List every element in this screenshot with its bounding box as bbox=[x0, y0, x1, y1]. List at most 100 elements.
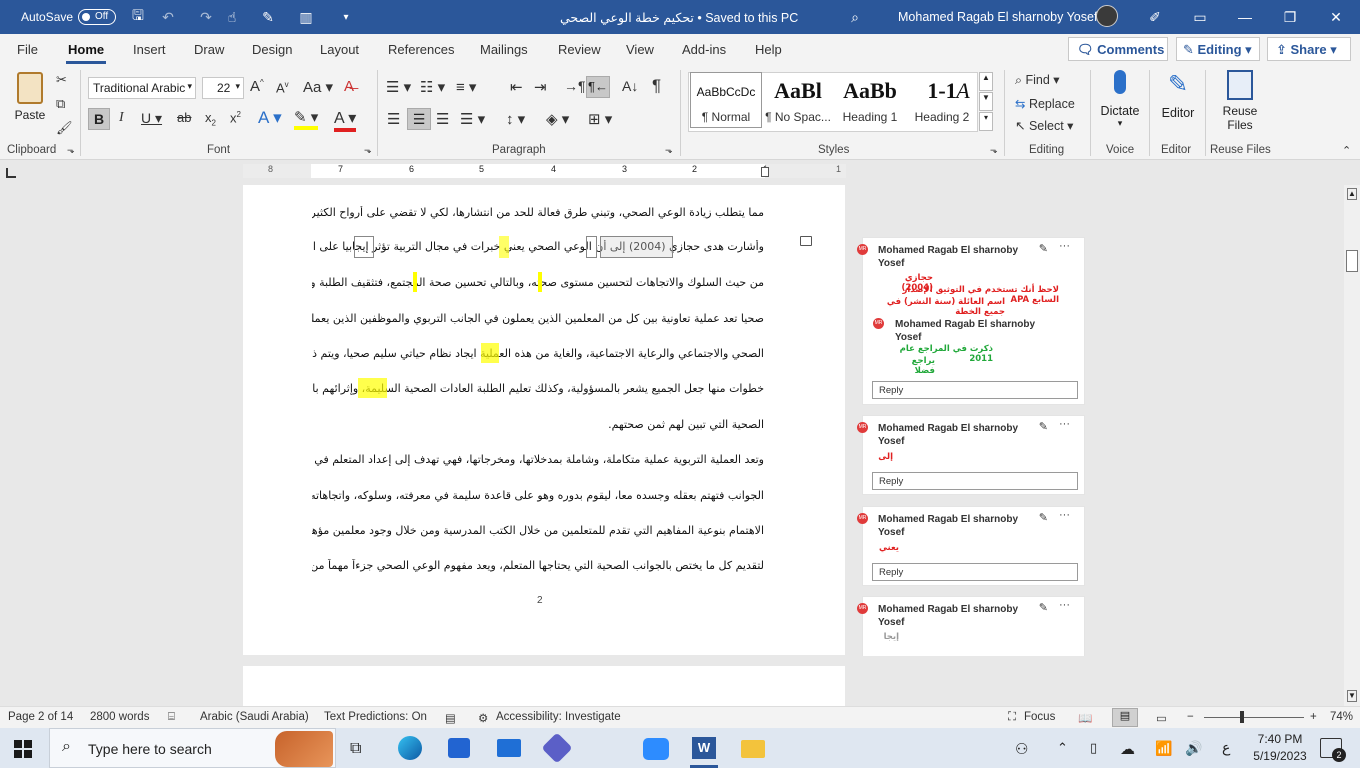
comments-button[interactable]: 🗨 Comments bbox=[1068, 37, 1168, 61]
clock-time[interactable]: 7:40 PM bbox=[1254, 732, 1306, 746]
reply-input[interactable]: Reply bbox=[872, 472, 1078, 490]
proofing-icon[interactable]: ⌸ bbox=[168, 711, 175, 724]
align-center-button[interactable]: ☰ bbox=[407, 108, 431, 130]
taskbar-search[interactable]: ⌕ Type here to search bbox=[49, 728, 336, 768]
tab-help[interactable]: Help bbox=[755, 42, 782, 57]
autosave-toggle[interactable]: Off bbox=[78, 9, 116, 25]
tab-layout[interactable]: Layout bbox=[320, 42, 359, 57]
minimize-icon[interactable]: — bbox=[1235, 7, 1255, 27]
subscript-button[interactable]: x2 bbox=[205, 110, 216, 128]
more-options-icon[interactable]: ··· bbox=[1059, 509, 1070, 521]
text-predictions[interactable]: Text Predictions: On bbox=[324, 711, 427, 723]
next-page[interactable] bbox=[243, 666, 845, 706]
align-left-icon[interactable]: ☰ bbox=[387, 110, 400, 128]
zoom-slider-thumb[interactable] bbox=[1240, 711, 1244, 723]
more-options-icon[interactable]: ··· bbox=[1059, 240, 1070, 252]
styles-expand[interactable]: ▾ bbox=[979, 112, 993, 131]
style-normal[interactable]: AaBbCcDc ¶ Normal bbox=[690, 72, 762, 128]
numbering-icon[interactable]: ☷ ▾ bbox=[420, 78, 445, 96]
change-case-icon[interactable]: Aa ▾ bbox=[303, 78, 333, 96]
ribbon-display-icon[interactable]: ▭ bbox=[1190, 7, 1210, 27]
styles-scroll-up[interactable]: ▲ bbox=[979, 72, 993, 91]
file-explorer-icon[interactable] bbox=[741, 740, 765, 758]
highlight-color-icon[interactable]: ✎ ▾ bbox=[294, 108, 319, 130]
share-button[interactable]: ⇪ Share ▾ bbox=[1267, 37, 1351, 61]
bold-button[interactable]: B bbox=[88, 108, 110, 130]
word-count[interactable]: 2800 words bbox=[90, 711, 149, 723]
zoom-level[interactable]: 74% bbox=[1330, 711, 1353, 723]
pen-icon[interactable]: ✐ bbox=[1145, 7, 1165, 27]
select-button[interactable]: ↖ Select ▾ bbox=[1015, 118, 1073, 133]
scroll-thumb[interactable] bbox=[1346, 250, 1358, 272]
underline-button[interactable]: U ▾ bbox=[141, 110, 162, 127]
italic-button[interactable]: I bbox=[119, 110, 124, 126]
customize-qat-icon[interactable]: ▾ bbox=[336, 7, 356, 27]
reuse-files-button[interactable]: Reuse Files bbox=[1212, 70, 1268, 132]
tab-draw[interactable]: Draw bbox=[194, 42, 224, 57]
focus-mode[interactable]: Focus bbox=[1024, 711, 1055, 723]
replace-button[interactable]: ⇆ Replace bbox=[1015, 96, 1075, 111]
copy-icon[interactable]: ⧉ bbox=[56, 96, 65, 112]
accessibility-status[interactable]: Accessibility: Investigate bbox=[496, 711, 621, 723]
editing-mode-button[interactable]: ✎ Editing ▾ bbox=[1176, 37, 1260, 61]
dictate-button[interactable]: Dictate ▾ bbox=[1098, 70, 1142, 129]
tab-design[interactable]: Design bbox=[252, 42, 292, 57]
tab-addins[interactable]: Add-ins bbox=[682, 42, 726, 57]
word-icon[interactable]: W bbox=[692, 737, 716, 759]
tab-mailings[interactable]: Mailings bbox=[480, 42, 528, 57]
redo-icon[interactable]: ↷ bbox=[196, 7, 216, 27]
comment-highlight-hijazi[interactable] bbox=[600, 236, 673, 258]
line-spacing-icon[interactable]: ↕ ▾ bbox=[506, 110, 525, 128]
cloud-icon[interactable]: ☁ bbox=[1120, 740, 1135, 758]
styles-launcher-icon[interactable]: ⬎ bbox=[990, 145, 998, 156]
task-view-icon[interactable]: ⧉ bbox=[350, 740, 361, 758]
input-language[interactable]: ع bbox=[1222, 740, 1230, 756]
undo-icon[interactable]: ↶ bbox=[158, 7, 178, 27]
bullets-icon[interactable]: ☰ ▾ bbox=[386, 78, 411, 96]
find-button[interactable]: ⌕ Find ▾ bbox=[1015, 72, 1060, 88]
restore-icon[interactable]: ❐ bbox=[1280, 7, 1300, 27]
clipboard-launcher-icon[interactable]: ⬎ bbox=[67, 145, 75, 156]
reply-input[interactable]: Reply bbox=[872, 563, 1078, 581]
shading-icon[interactable]: ◈ ▾ bbox=[546, 110, 569, 128]
scroll-up-arrow[interactable]: ▲ bbox=[1347, 188, 1357, 200]
edge-icon[interactable] bbox=[398, 736, 422, 760]
style-no-spacing[interactable]: AaBl ¶ No Spac... bbox=[762, 72, 834, 128]
touch-mode-icon[interactable]: ☝ bbox=[222, 7, 242, 27]
sort-icon[interactable]: A↓ bbox=[622, 78, 638, 94]
columns-icon[interactable]: ▥ bbox=[296, 7, 316, 27]
font-name-select[interactable]: Traditional Arabic ▾ bbox=[88, 77, 196, 99]
comment-card[interactable]: MR Mohamed Ragab El sharnoby Yosef ✎ ···… bbox=[857, 506, 1085, 586]
zoom-slider[interactable] bbox=[1204, 711, 1304, 723]
more-options-icon[interactable]: ··· bbox=[1059, 599, 1070, 611]
strikethrough-button[interactable]: ab bbox=[177, 110, 191, 125]
page-count[interactable]: Page 2 of 14 bbox=[8, 711, 73, 723]
chevron-up-icon[interactable]: ⌃ bbox=[1057, 740, 1068, 756]
print-layout-icon[interactable]: ▤ bbox=[1112, 708, 1138, 727]
battery-icon[interactable]: ▯ bbox=[1090, 740, 1097, 756]
comment-highlight-yani[interactable] bbox=[499, 236, 509, 258]
edit-icon[interactable]: ✎ bbox=[1039, 511, 1048, 524]
volume-icon[interactable]: 🔊 bbox=[1185, 740, 1202, 757]
clock-date[interactable]: 5/19/2023 bbox=[1246, 749, 1314, 763]
edit-icon[interactable]: ✎ bbox=[1039, 420, 1048, 433]
superscript-button[interactable]: x2 bbox=[230, 110, 241, 125]
format-painter-icon[interactable]: 🖌 bbox=[56, 120, 73, 136]
collapse-ribbon-icon[interactable]: ⌃ bbox=[1342, 144, 1351, 157]
comment-card[interactable]: MR Mohamed Ragab El sharnoby Yosef ✎ ···… bbox=[857, 237, 1085, 405]
zoom-icon[interactable] bbox=[643, 738, 669, 760]
tab-view[interactable]: View bbox=[626, 42, 654, 57]
font-color-icon[interactable]: A ▾ bbox=[334, 108, 357, 132]
cut-icon[interactable]: ✂ bbox=[56, 72, 67, 88]
comment-highlight-ijabia[interactable] bbox=[354, 236, 374, 258]
tab-references[interactable]: References bbox=[388, 42, 454, 57]
decrease-indent-icon[interactable]: ⇤ bbox=[510, 78, 523, 96]
ltr-icon[interactable]: →¶ bbox=[564, 78, 586, 94]
style-more[interactable]: A bbox=[952, 72, 974, 128]
clear-formatting-icon[interactable]: A̶ bbox=[344, 78, 354, 95]
increase-indent-icon[interactable]: ⇥ bbox=[534, 78, 547, 96]
people-icon[interactable]: ⚇ bbox=[1015, 740, 1028, 758]
paragraph-launcher-icon[interactable]: ⬎ bbox=[665, 145, 673, 156]
reply-input[interactable]: Reply bbox=[872, 381, 1078, 399]
tab-file[interactable]: File bbox=[17, 42, 38, 57]
